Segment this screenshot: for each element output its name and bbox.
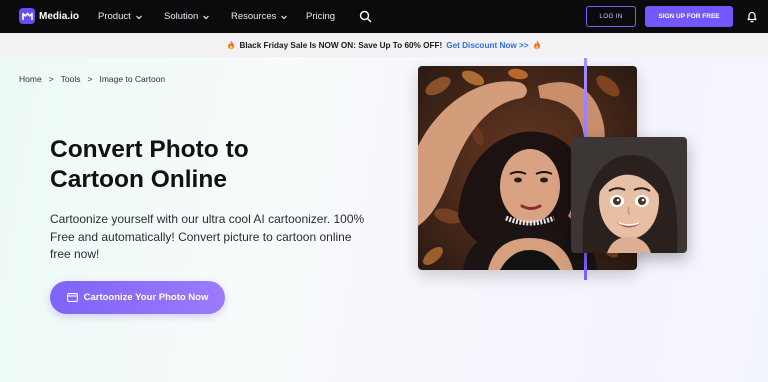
breadcrumb-separator: > bbox=[48, 74, 54, 84]
media-io-logo-icon bbox=[19, 8, 35, 24]
search-icon[interactable] bbox=[359, 10, 372, 23]
nav-item-label: Resources bbox=[231, 11, 277, 22]
breadcrumb: Home > Tools > Image to Cartoon bbox=[19, 74, 165, 84]
cartoon-portrait-image bbox=[571, 137, 687, 253]
breadcrumb-tools[interactable]: Tools bbox=[61, 74, 81, 84]
promo-link[interactable]: Get Discount Now >> bbox=[446, 41, 528, 50]
cartoonize-photo-button[interactable]: Cartoonize Your Photo Now bbox=[50, 281, 225, 314]
signup-button[interactable]: SIGN UP FOR FREE bbox=[645, 6, 733, 27]
brand-name: Media.io bbox=[39, 10, 80, 22]
promo-banner: Black Friday Sale Is NOW ON: Save Up To … bbox=[0, 33, 768, 57]
breadcrumb-separator: > bbox=[87, 74, 93, 84]
login-button[interactable]: LOG IN bbox=[586, 6, 636, 27]
upload-image-icon bbox=[66, 293, 78, 302]
nav-item-product[interactable]: Product bbox=[98, 11, 143, 22]
chevron-down-icon bbox=[281, 15, 288, 19]
brand-logo[interactable]: Media.io bbox=[19, 8, 79, 24]
chevron-down-icon bbox=[203, 15, 210, 19]
nav-item-solution[interactable]: Solution bbox=[164, 11, 210, 22]
cartoon-result-photo bbox=[571, 137, 687, 253]
nav-item-label: Pricing bbox=[306, 11, 336, 22]
top-navbar: Media.io Product Solution Resources Pric… bbox=[0, 0, 768, 33]
breadcrumb-current: Image to Cartoon bbox=[99, 74, 166, 84]
fire-icon bbox=[228, 40, 235, 50]
hero-description: Cartoonize yourself with our ultra cool … bbox=[50, 212, 365, 261]
chevron-down-icon bbox=[135, 15, 142, 19]
page-title-line-1: Convert Photo to bbox=[50, 136, 249, 163]
nav-item-label: Solution bbox=[164, 11, 199, 22]
nav-item-pricing[interactable]: Pricing bbox=[306, 11, 335, 22]
breadcrumb-home[interactable]: Home bbox=[19, 74, 42, 84]
page-title-line-2: Cartoon Online bbox=[50, 166, 227, 193]
promo-text: Black Friday Sale Is NOW ON: Save Up To … bbox=[239, 40, 443, 50]
page-title: Convert Photo to Cartoon Online bbox=[50, 135, 370, 195]
cta-label: Cartoonize Your Photo Now bbox=[83, 292, 209, 303]
nav-item-label: Product bbox=[98, 11, 131, 22]
fire-icon bbox=[533, 40, 540, 50]
nav-item-resources[interactable]: Resources bbox=[231, 11, 288, 22]
bell-icon[interactable] bbox=[746, 10, 758, 23]
